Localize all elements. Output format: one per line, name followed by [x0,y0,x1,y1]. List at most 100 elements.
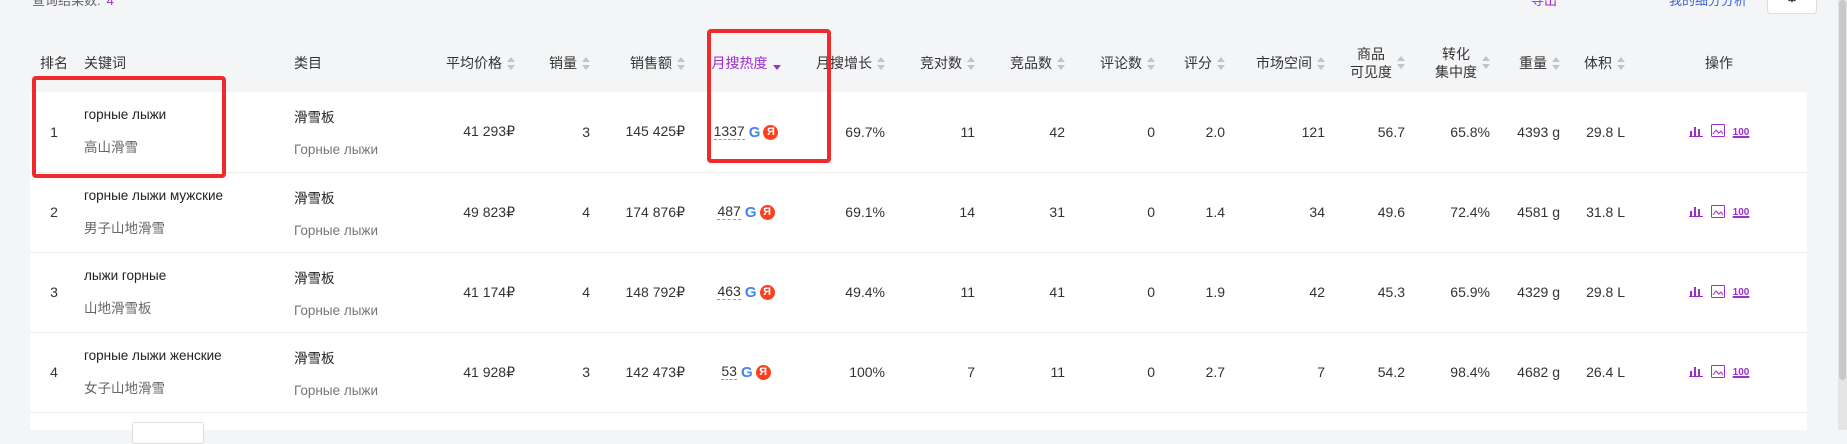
pagination-size-select[interactable] [132,422,204,444]
volume-cell: 26.4 L [1586,364,1625,380]
col-avg-price[interactable]: 平均价格 [413,34,521,92]
weight-cell: 4393 g [1517,123,1560,140]
growth-cell: 49.4% [845,284,885,300]
col-revenue[interactable]: 销售额 [596,34,691,92]
category-cell: 滑雪板 Горные лыжи [288,332,413,412]
col-sales[interactable]: 销量 [521,34,596,92]
growth-cell: 69.7% [845,123,885,140]
table-row[interactable]: 4 горные лыжи женские 女子山地滑雪 滑雪板 Горные лыжи… [30,332,1807,412]
keyword-text[interactable]: лыжи горные [84,268,282,283]
top100-icon[interactable]: 100 [1733,127,1750,138]
visibility-cell: 49.6 [1377,204,1405,220]
revenue-cell: 145 425₽ [625,123,685,140]
sort-icon[interactable] [1147,57,1155,71]
scrollbar-thumb[interactable] [1839,0,1846,380]
yandex-icon[interactable]: Я [755,364,771,380]
sort-icon[interactable] [677,57,685,71]
google-icon[interactable]: G [745,284,757,301]
sort-icon[interactable] [1397,56,1405,70]
sort-icon[interactable] [507,57,515,71]
category-name: 滑雪板 [294,110,335,126]
bar-chart-icon[interactable] [1688,125,1703,140]
sort-icon[interactable] [1057,57,1065,71]
category-name: 滑雪板 [294,270,335,286]
result-count-value: 4 [106,0,114,8]
sort-icon[interactable] [1617,57,1625,71]
yandex-icon[interactable]: Я [759,204,775,220]
sort-icon[interactable] [967,57,975,71]
image-search-icon[interactable] [1710,364,1725,381]
revenue-cell: 142 473₽ [625,363,685,380]
weight-cell: 4329 g [1517,284,1560,300]
sort-icon[interactable] [877,57,885,71]
settings-button[interactable]: ⚙ [1767,0,1817,14]
competitors-cell: 11 [960,284,975,300]
export-link[interactable]: 导出 [1531,0,1557,9]
volume-cell: 31.8 L [1586,204,1625,220]
actions-cell: 100 [1631,172,1807,252]
sort-icon[interactable] [1317,57,1325,71]
sort-desc-icon[interactable] [772,57,781,71]
col-monthly-growth[interactable]: 月搜增长 [801,34,891,92]
col-weight[interactable]: 重量 [1496,34,1566,92]
sort-icon[interactable] [1482,56,1490,70]
sort-icon[interactable] [582,57,590,71]
category-original: Горные лыжи [294,222,378,238]
heat-value[interactable]: 463 [717,283,741,301]
reviews-cell: 0 [1147,123,1155,140]
google-icon[interactable]: G [741,364,753,381]
keyword-text[interactable]: горные лыжи мужские [84,188,282,203]
reviews-cell: 0 [1147,284,1155,300]
keyword-text[interactable]: горные лыжи [84,107,282,122]
col-visibility[interactable]: 商品 可见度 [1331,34,1411,92]
keyword-cell: горные лыжи 高山滑雪 [78,92,288,172]
top100-icon[interactable]: 100 [1733,287,1750,298]
competitors-cell: 7 [967,364,975,380]
image-search-icon[interactable] [1710,284,1725,301]
google-icon[interactable]: G [745,204,757,221]
sort-icon[interactable] [1552,57,1560,71]
yandex-icon[interactable]: Я [759,284,775,300]
keyword-table: 排名 关键词 类目 平均价格 销量 销售额 月搜热度 月搜增长 竞对数 竞品数 … [30,34,1807,413]
conversion-cell: 98.4% [1450,364,1490,380]
page-scrollbar[interactable] [1838,0,1847,430]
image-search-icon[interactable] [1710,124,1725,140]
heat-value[interactable]: 1337 [713,122,745,140]
col-monthly-heat[interactable]: 月搜热度 [691,34,801,92]
bar-chart-icon[interactable] [1688,285,1703,300]
yandex-icon[interactable]: Я [763,124,779,140]
visibility-cell: 54.2 [1377,364,1405,380]
col-competitors[interactable]: 竞对数 [891,34,981,92]
col-volume[interactable]: 体积 [1566,34,1631,92]
col-reviews[interactable]: 评论数 [1071,34,1161,92]
bar-chart-icon[interactable] [1688,205,1703,220]
top100-icon[interactable]: 100 [1733,207,1750,218]
category-cell: 滑雪板 Горные лыжи [288,92,413,172]
top100-icon[interactable]: 100 [1733,367,1750,378]
my-analysis-link[interactable]: 我的细分分析 [1669,0,1747,9]
revenue-cell: 148 792₽ [625,283,685,300]
col-rating[interactable]: 评分 [1161,34,1231,92]
col-market-space[interactable]: 市场空间 [1231,34,1331,92]
result-count-label: 查询结果数: 4 [32,0,114,9]
table-row[interactable]: 3 лыжи горные 山地滑雪板 滑雪板 Горные лыжи 41 174₽ 4 1… [30,252,1807,332]
volume-cell: 29.8 L [1586,123,1625,140]
table-row[interactable]: 1 горные лыжи 高山滑雪 滑雪板 Горные лыжи 41 293₽ 3 14… [30,92,1807,172]
heat-value[interactable]: 487 [717,203,741,221]
col-conversion[interactable]: 转化 集中度 [1411,34,1496,92]
market-space-cell: 121 [1301,123,1325,140]
google-icon[interactable]: G [749,124,761,141]
table-row[interactable]: 2 горные лыжи мужские 男子山地滑雪 滑雪板 Горные лыжи… [30,172,1807,252]
rank-cell: 3 [50,284,58,300]
col-products[interactable]: 竞品数 [981,34,1071,92]
image-search-icon[interactable] [1710,204,1725,221]
revenue-cell: 174 876₽ [625,203,685,220]
growth-cell: 69.1% [845,204,885,220]
rank-cell: 4 [50,364,58,380]
heat-value[interactable]: 53 [721,363,737,381]
sort-icon[interactable] [1217,57,1225,71]
col-rank: 排名 [40,55,68,71]
keyword-table-panel: 排名 关键词 类目 平均价格 销量 销售额 月搜热度 月搜增长 竞对数 竞品数 … [30,34,1807,430]
keyword-text[interactable]: горные лыжи женские [84,348,282,363]
bar-chart-icon[interactable] [1688,365,1703,380]
